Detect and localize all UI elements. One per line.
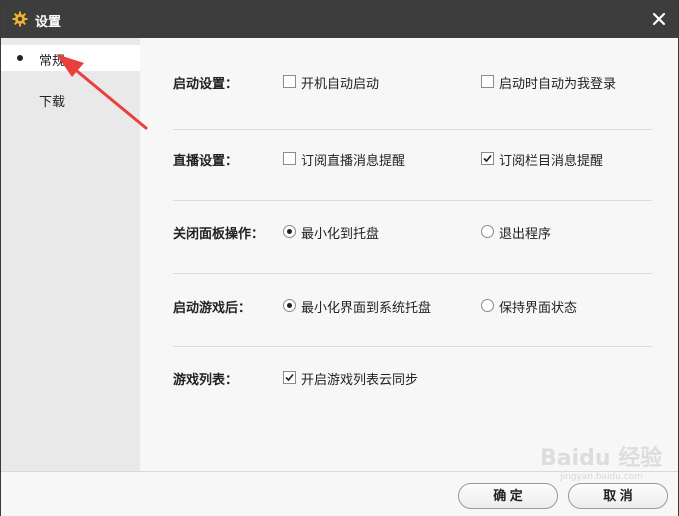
radio-unselected[interactable] <box>481 225 494 238</box>
sidebar-item-general[interactable]: 常规 <box>1 45 140 71</box>
title-bar[interactable]: 设置 <box>1 1 678 38</box>
watermark-logo: Baidu 经验 <box>540 446 663 471</box>
close-panel-label: 关闭面板操作： <box>173 227 265 242</box>
checkmark-icon <box>285 373 294 382</box>
option-label: 启动时自动为我登录 <box>499 77 617 92</box>
settings-panel: 启动设置： 开机自动启动 启动时自动为我登录 直播设置： 订阅直播消息提醒 订阅… <box>140 38 678 471</box>
radio-selected[interactable] <box>283 299 296 312</box>
gear-icon <box>12 11 28 27</box>
settings-window: 设置 常规 下载 启动设置： 开机自动启动 启动时自动为我登录 直播设置： 订阅… <box>0 0 679 516</box>
cancel-button[interactable]: 取 消 <box>568 483 668 509</box>
game-list-label: 游戏列表： <box>173 373 239 388</box>
checkbox-checked[interactable] <box>481 152 494 165</box>
option-label: 订阅直播消息提醒 <box>301 154 406 169</box>
checkbox-unchecked[interactable] <box>283 75 296 88</box>
startup-settings-label: 启动设置： <box>173 77 239 92</box>
sidebar-item-label: 下载 <box>39 95 66 110</box>
radio-selected[interactable] <box>283 225 296 238</box>
radio-unselected[interactable] <box>481 299 494 312</box>
divider <box>173 273 652 274</box>
live-settings-label: 直播设置： <box>173 154 239 169</box>
divider <box>173 200 652 201</box>
after-game-label: 启动游戏后： <box>173 301 252 316</box>
checkbox-unchecked[interactable] <box>283 152 296 165</box>
radio-dot <box>287 303 292 308</box>
option-label: 退出程序 <box>499 227 552 242</box>
sidebar-item-label: 常规 <box>39 54 66 69</box>
option-label: 开机自动启动 <box>301 77 380 92</box>
window-title: 设置 <box>35 15 62 30</box>
divider <box>173 129 652 130</box>
bullet-icon <box>17 55 23 61</box>
checkbox-unchecked[interactable] <box>481 75 494 88</box>
sidebar-item-download[interactable]: 下载 <box>1 86 140 112</box>
checkbox-checked[interactable] <box>283 371 296 384</box>
divider <box>173 346 652 347</box>
option-label: 保持界面状态 <box>499 301 578 316</box>
sidebar: 常规 下载 <box>1 38 140 471</box>
watermark-url: jingyan.baidu.com <box>560 472 644 482</box>
close-icon[interactable] <box>650 10 668 28</box>
checkmark-icon <box>483 154 492 163</box>
option-label: 最小化到托盘 <box>301 227 380 242</box>
radio-dot <box>287 229 292 234</box>
option-label: 最小化界面到系统托盘 <box>301 301 432 316</box>
option-label: 订阅栏目消息提醒 <box>499 154 604 169</box>
option-label: 开启游戏列表云同步 <box>301 373 419 388</box>
ok-button[interactable]: 确 定 <box>458 483 558 509</box>
